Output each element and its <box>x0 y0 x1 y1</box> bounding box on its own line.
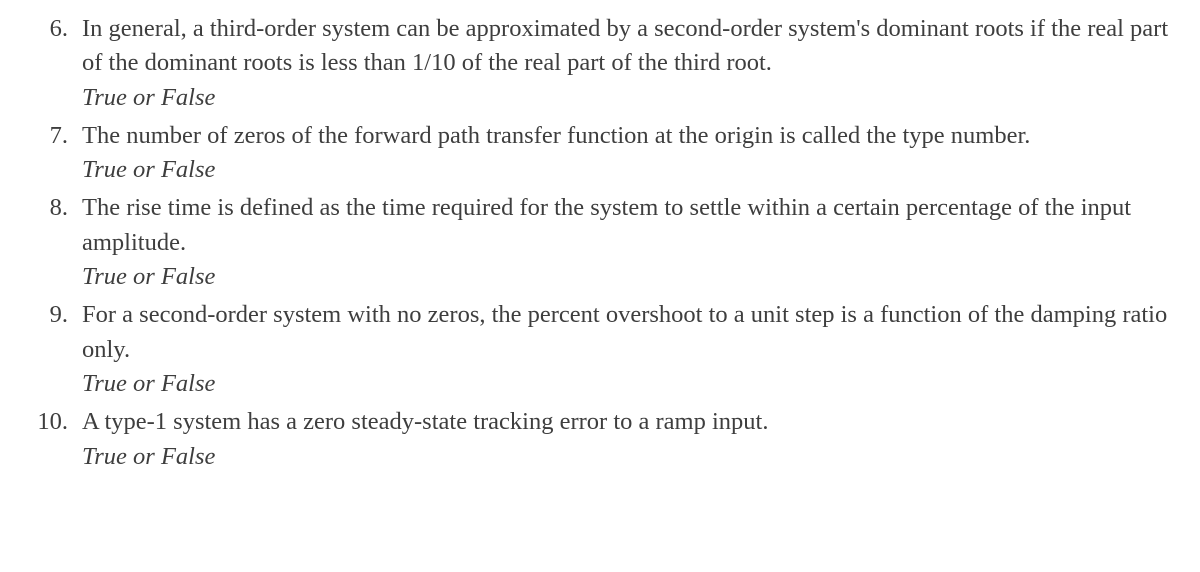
answer-prompt: True or False <box>82 440 1170 474</box>
answer-prompt: True or False <box>82 81 1170 115</box>
question-text: For a second-order system with no zeros,… <box>82 298 1170 367</box>
question-list: 6. In general, a third-order system can … <box>20 12 1170 474</box>
question-text: A type-1 system has a zero steady-state … <box>82 405 1170 439</box>
answer-prompt: True or False <box>82 367 1170 401</box>
answer-prompt: True or False <box>82 260 1170 294</box>
question-item: 10. A type-1 system has a zero steady-st… <box>20 405 1170 474</box>
question-number: 6. <box>20 12 68 46</box>
question-text: The number of zeros of the forward path … <box>82 119 1170 153</box>
question-item: 7. The number of zeros of the forward pa… <box>20 119 1170 188</box>
answer-prompt: True or False <box>82 153 1170 187</box>
question-item: 8. The rise time is defined as the time … <box>20 191 1170 294</box>
question-item: 9. For a second-order system with no zer… <box>20 298 1170 401</box>
question-number: 10. <box>20 405 68 439</box>
question-number: 8. <box>20 191 68 225</box>
question-text: In general, a third-order system can be … <box>82 12 1170 81</box>
question-number: 7. <box>20 119 68 153</box>
question-text: The rise time is defined as the time req… <box>82 191 1170 260</box>
question-item: 6. In general, a third-order system can … <box>20 12 1170 115</box>
question-number: 9. <box>20 298 68 332</box>
